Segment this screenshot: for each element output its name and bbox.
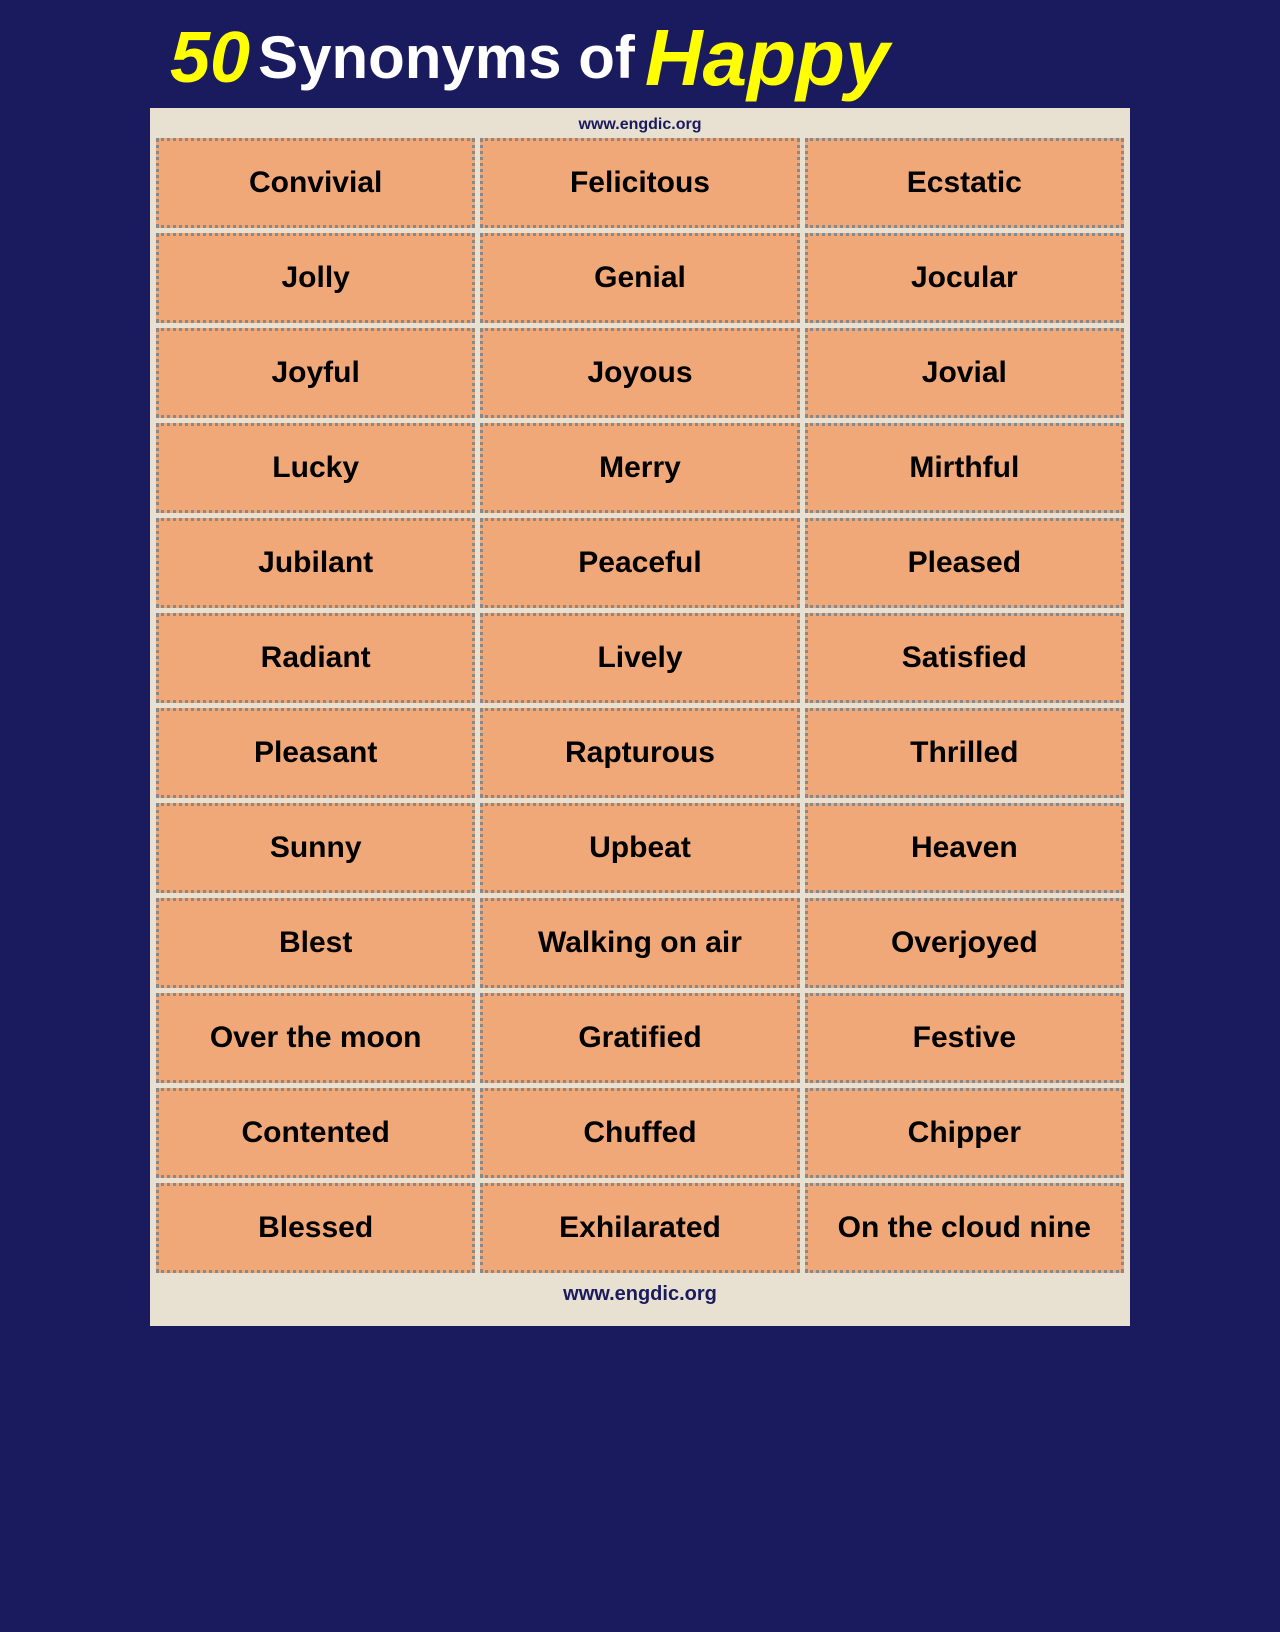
synonym-text: Jovial <box>922 356 1007 390</box>
synonym-cell: Jolly <box>156 233 475 323</box>
synonym-cell: Exhilarated <box>480 1183 799 1273</box>
synonym-cell: Chuffed <box>480 1088 799 1178</box>
synonym-text: Merry <box>599 451 681 485</box>
synonym-text: Overjoyed <box>891 926 1038 960</box>
synonym-text: Joyful <box>271 356 359 390</box>
synonym-cell: Lively <box>480 613 799 703</box>
synonym-cell: Overjoyed <box>805 898 1124 988</box>
synonym-cell: Ecstatic <box>805 138 1124 228</box>
synonym-text: Joyous <box>587 356 692 390</box>
synonym-cell: Felicitous <box>480 138 799 228</box>
header-happy: Happy <box>645 18 890 98</box>
synonym-text: Peaceful <box>578 546 701 580</box>
synonym-cell: Pleasant <box>156 708 475 798</box>
synonym-cell: Satisfied <box>805 613 1124 703</box>
synonym-cell: Upbeat <box>480 803 799 893</box>
main-container: www.engdic.org Convivial Felicitous Ecstat… <box>150 108 1130 1326</box>
synonym-cell: Festive <box>805 993 1124 1083</box>
synonym-cell: Jubilant <box>156 518 475 608</box>
synonym-text: Lucky <box>272 451 359 485</box>
synonym-text: Thrilled <box>910 736 1018 770</box>
website-bottom: www.engdic.org <box>156 1273 1124 1318</box>
synonym-cell: Mirthful <box>805 423 1124 513</box>
synonym-text: Walking on air <box>538 926 742 960</box>
synonym-cell: Convivial <box>156 138 475 228</box>
synonym-text: Pleased <box>908 546 1021 580</box>
synonym-cell: Blest <box>156 898 475 988</box>
synonym-text: Satisfied <box>902 641 1027 675</box>
synonym-text: Exhilarated <box>559 1211 721 1245</box>
synonym-text: Radiant <box>261 641 371 675</box>
header-number: 50 <box>170 22 250 94</box>
synonym-text: Jocular <box>911 261 1018 295</box>
synonym-cell: Chipper <box>805 1088 1124 1178</box>
synonym-cell: Walking on air <box>480 898 799 988</box>
synonym-text: Ecstatic <box>907 166 1022 200</box>
synonym-text: Rapturous <box>565 736 715 770</box>
synonym-cell: Peaceful <box>480 518 799 608</box>
synonym-cell: Thrilled <box>805 708 1124 798</box>
synonym-text: Chuffed <box>583 1116 696 1150</box>
synonym-text: Blessed <box>258 1211 373 1245</box>
synonym-text: Festive <box>913 1021 1016 1055</box>
synonym-cell: Genial <box>480 233 799 323</box>
synonym-cell: Merry <box>480 423 799 513</box>
synonym-cell: Contented <box>156 1088 475 1178</box>
synonym-text: Blest <box>279 926 352 960</box>
synonym-cell: Over the moon <box>156 993 475 1083</box>
synonym-text: Convivial <box>249 166 382 200</box>
synonym-text: Jubilant <box>258 546 373 580</box>
synonym-cell: Lucky <box>156 423 475 513</box>
synonym-text: Lively <box>597 641 682 675</box>
synonym-text: Felicitous <box>570 166 710 200</box>
synonym-text: Jolly <box>281 261 349 295</box>
synonym-cell: Jovial <box>805 328 1124 418</box>
synonym-cell: Radiant <box>156 613 475 703</box>
synonym-cell: Gratified <box>480 993 799 1083</box>
synonyms-grid: Convivial Felicitous Ecstatic Jolly Genial Jo… <box>156 138 1124 1273</box>
synonym-text: On the cloud nine <box>838 1211 1091 1245</box>
synonym-text: Over the moon <box>210 1021 422 1055</box>
synonym-cell: Pleased <box>805 518 1124 608</box>
synonym-cell: On the cloud nine <box>805 1183 1124 1273</box>
synonym-cell: Jocular <box>805 233 1124 323</box>
synonym-text: Genial <box>594 261 686 295</box>
website-top: www.engdic.org <box>156 112 1124 138</box>
synonym-text: Sunny <box>270 831 362 865</box>
synonym-text: Contented <box>242 1116 390 1150</box>
synonym-text: Mirthful <box>909 451 1019 485</box>
header-synonyms-of: Synonyms of <box>258 28 635 88</box>
synonym-cell: Heaven <box>805 803 1124 893</box>
synonym-text: Upbeat <box>589 831 691 865</box>
synonym-text: Pleasant <box>254 736 377 770</box>
synonym-cell: Sunny <box>156 803 475 893</box>
synonym-cell: Rapturous <box>480 708 799 798</box>
synonym-text: Heaven <box>911 831 1018 865</box>
synonym-text: Chipper <box>908 1116 1021 1150</box>
synonym-text: Gratified <box>578 1021 701 1055</box>
header: 50 Synonyms of Happy <box>150 0 1130 108</box>
synonym-cell: Blessed <box>156 1183 475 1273</box>
synonym-cell: Joyful <box>156 328 475 418</box>
synonym-cell: Joyous <box>480 328 799 418</box>
